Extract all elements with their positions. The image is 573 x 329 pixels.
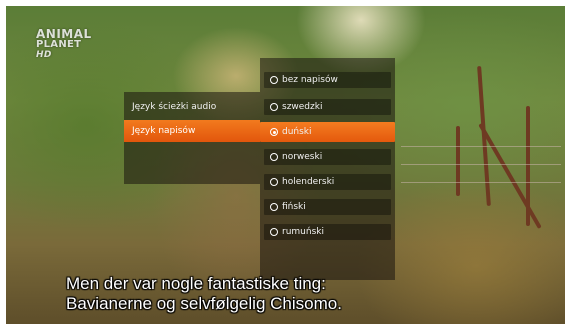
option-label: fiński [282, 202, 306, 212]
channel-logo-hd: HD [36, 50, 52, 60]
menu-item-subtitle-language[interactable]: Język napisów [124, 120, 260, 142]
fence-post [526, 106, 530, 226]
radio-icon [270, 178, 278, 186]
subtitle-option-norwegian[interactable]: norweski [260, 147, 395, 167]
channel-logo: ANIMAL PLANET HD [36, 28, 91, 60]
fence-post [456, 126, 460, 196]
option-bar-selected [260, 122, 395, 142]
menu-item-audio-language[interactable]: Język ścieżki audio [124, 96, 260, 118]
subtitle-language-list: bez napisów szwedzki duński norweski hol… [260, 58, 395, 280]
radio-selected-icon [270, 128, 278, 136]
radio-icon [270, 76, 278, 84]
subtitle-line-2: Bavianerne og selvfølgelig Chisomo. [66, 294, 342, 313]
channel-logo-line2-text: PLANET [36, 39, 82, 50]
subtitle-option-finnish[interactable]: fiński [260, 197, 395, 217]
channel-logo-line2: PLANET HD [36, 40, 88, 60]
subtitle-caption: Men der var nogle fantastiske ting: Bavi… [66, 274, 546, 314]
radio-icon [270, 203, 278, 211]
radio-icon [270, 153, 278, 161]
subtitle-option-none[interactable]: bez napisów [260, 70, 395, 90]
fence-wire [401, 182, 561, 183]
subtitle-option-swedish[interactable]: szwedzki [260, 97, 395, 117]
subtitle-line-1: Men der var nogle fantastiske ting: [66, 274, 326, 293]
subtitle-option-dutch[interactable]: holenderski [260, 172, 395, 192]
option-label: bez napisów [282, 75, 338, 85]
subtitle-option-romanian[interactable]: rumuński [260, 222, 395, 242]
option-label: szwedzki [282, 102, 323, 112]
fence-wire [401, 164, 561, 165]
option-label: norweski [282, 152, 323, 162]
option-label: rumuński [282, 227, 324, 237]
option-label: duński [282, 127, 312, 137]
radio-icon [270, 228, 278, 236]
fence-wire [401, 146, 561, 147]
subtitle-option-danish[interactable]: duński [260, 122, 395, 142]
option-label: holenderski [282, 177, 335, 187]
radio-icon [270, 103, 278, 111]
settings-menu: Język ścieżki audio Język napisów [124, 92, 260, 184]
